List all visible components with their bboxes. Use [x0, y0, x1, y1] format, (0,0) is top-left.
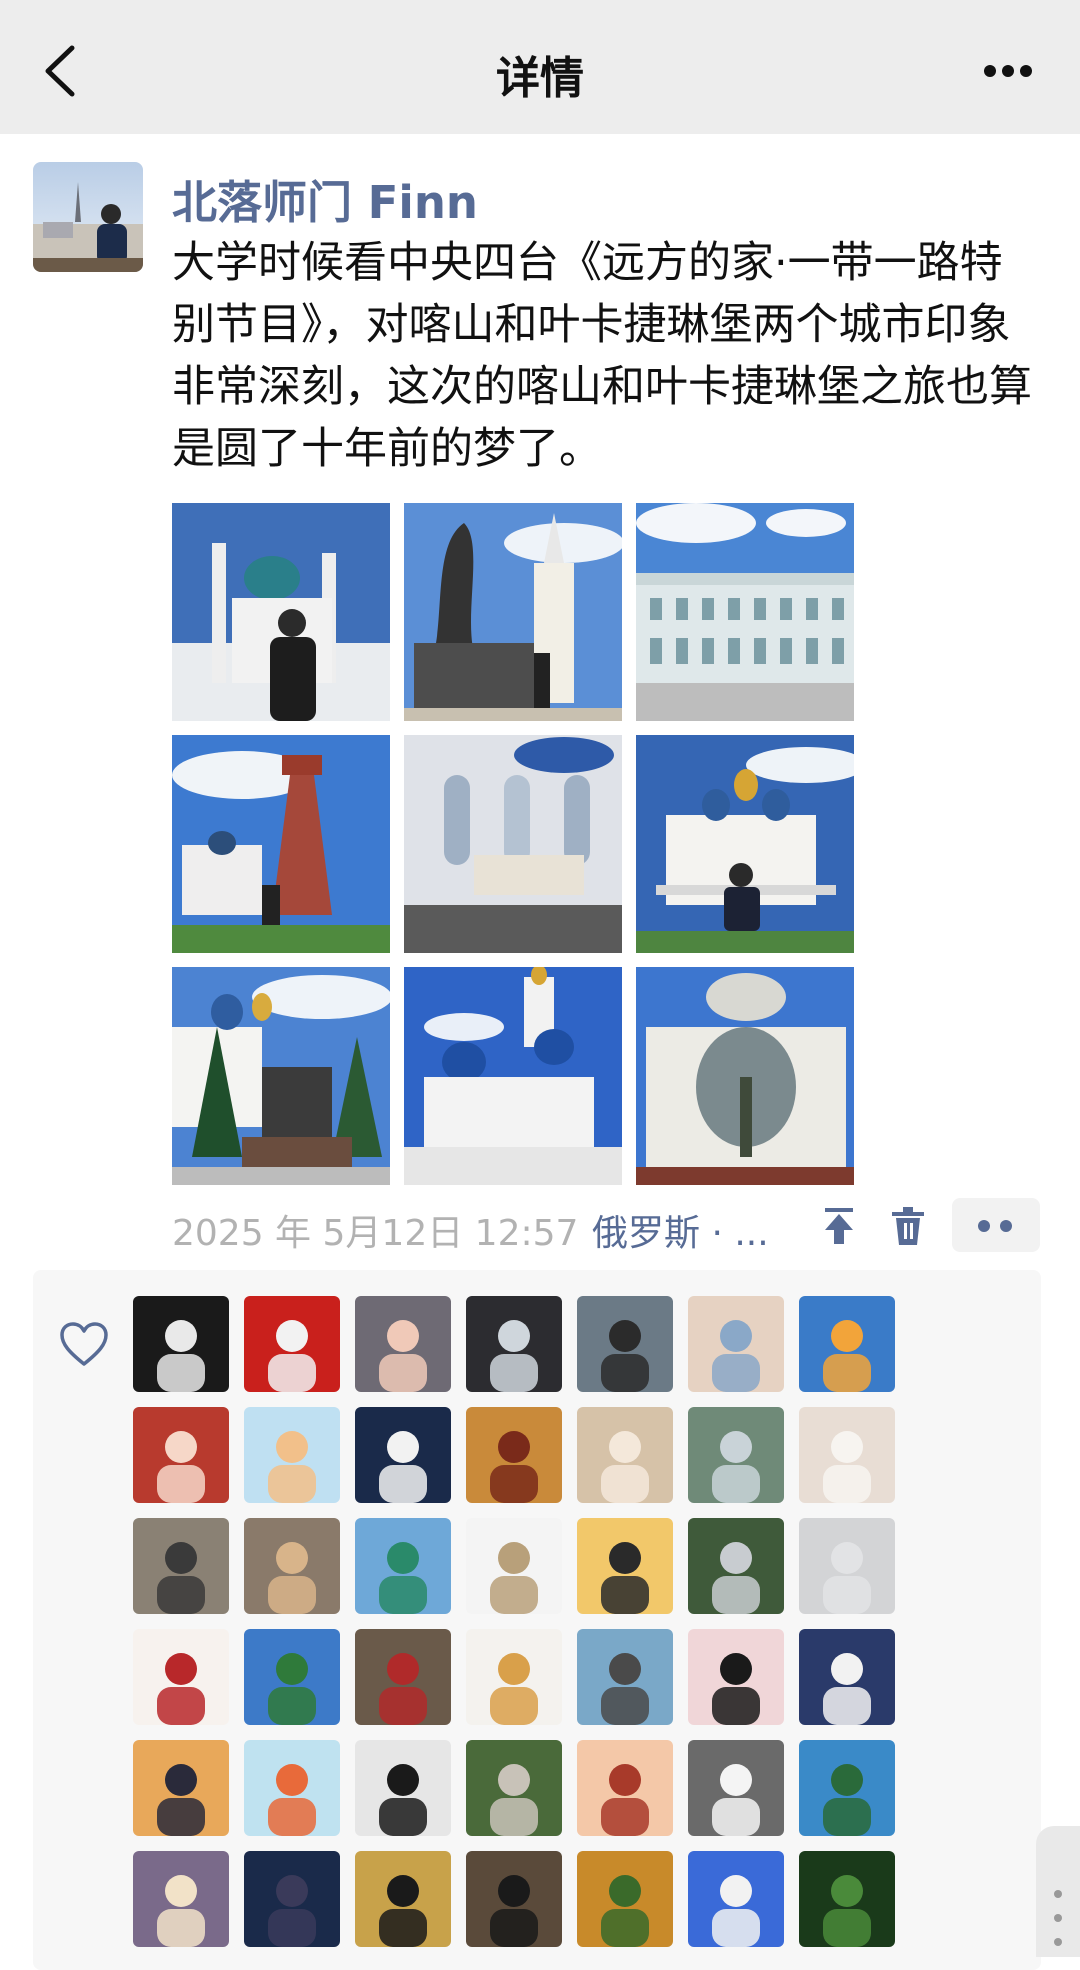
like-avatar[interactable] [355, 1296, 451, 1392]
likes-panel [33, 1270, 1041, 1970]
like-avatar[interactable] [577, 1518, 673, 1614]
like-avatar[interactable] [133, 1518, 229, 1614]
like-avatar[interactable] [577, 1629, 673, 1725]
pin-top-icon[interactable] [817, 1204, 861, 1248]
like-avatar[interactable] [688, 1518, 784, 1614]
nav-bar: 详情 [0, 0, 1080, 134]
like-avatar[interactable] [577, 1740, 673, 1836]
like-avatar[interactable] [688, 1851, 784, 1947]
post-time: 2025 年 5月12日 12:57 [172, 1213, 579, 1254]
more-icon[interactable] [984, 62, 1040, 78]
like-avatar[interactable] [355, 1407, 451, 1503]
like-avatar[interactable] [799, 1740, 895, 1836]
post-photo[interactable] [636, 967, 854, 1185]
post-photo[interactable] [172, 503, 390, 721]
like-avatar[interactable] [688, 1629, 784, 1725]
avatar[interactable] [33, 162, 143, 272]
like-avatar[interactable] [133, 1851, 229, 1947]
like-avatar[interactable] [466, 1296, 562, 1392]
delete-icon[interactable] [886, 1204, 930, 1248]
post-photo[interactable] [172, 735, 390, 953]
like-avatar[interactable] [799, 1296, 895, 1392]
like-avatar[interactable] [799, 1407, 895, 1503]
comment-like-menu-button[interactable] [952, 1198, 1040, 1252]
post-location[interactable]: 俄罗斯 · ... [592, 1204, 769, 1256]
like-avatar[interactable] [355, 1518, 451, 1614]
like-avatar[interactable] [244, 1740, 340, 1836]
like-avatar[interactable] [799, 1629, 895, 1725]
post-meta: 2025 年 5月12日 12:57 俄罗斯 · ... [172, 1198, 1052, 1258]
like-avatar[interactable] [355, 1851, 451, 1947]
post-photo[interactable] [636, 503, 854, 721]
like-avatar[interactable] [133, 1629, 229, 1725]
page-title: 详情 [496, 53, 584, 104]
post-photo[interactable] [636, 735, 854, 953]
post-photo[interactable] [404, 967, 622, 1185]
like-avatar[interactable] [133, 1740, 229, 1836]
like-avatar[interactable] [466, 1740, 562, 1836]
like-avatar[interactable] [355, 1740, 451, 1836]
post-photo[interactable] [404, 735, 622, 953]
like-avatar[interactable] [244, 1629, 340, 1725]
like-avatar[interactable] [466, 1629, 562, 1725]
post-photo[interactable] [172, 967, 390, 1185]
like-avatar[interactable] [688, 1740, 784, 1836]
like-avatar[interactable] [244, 1851, 340, 1947]
like-avatar[interactable] [466, 1851, 562, 1947]
like-avatar[interactable] [799, 1518, 895, 1614]
like-avatar[interactable] [577, 1851, 673, 1947]
like-avatar[interactable] [133, 1407, 229, 1503]
post-text: 大学时候看中央四台《远方的家·一带一路特别节目》，对喀山和叶卡捷琳堡两个城市印象… [172, 238, 1032, 474]
like-avatar[interactable] [244, 1407, 340, 1503]
like-avatar[interactable] [466, 1518, 562, 1614]
like-avatar[interactable] [244, 1296, 340, 1392]
like-avatar[interactable] [244, 1518, 340, 1614]
like-avatar[interactable] [577, 1296, 673, 1392]
post-photo[interactable] [404, 503, 622, 721]
post-username[interactable]: 北落师门 Finn [172, 166, 478, 231]
like-avatar[interactable] [688, 1296, 784, 1392]
scroll-handle[interactable] [1036, 1826, 1080, 1957]
like-avatar[interactable] [577, 1407, 673, 1503]
heart-icon [60, 1322, 108, 1366]
like-avatar[interactable] [355, 1629, 451, 1725]
like-avatar[interactable] [688, 1407, 784, 1503]
like-avatar[interactable] [799, 1851, 895, 1947]
like-avatar[interactable] [133, 1296, 229, 1392]
like-avatar[interactable] [466, 1407, 562, 1503]
